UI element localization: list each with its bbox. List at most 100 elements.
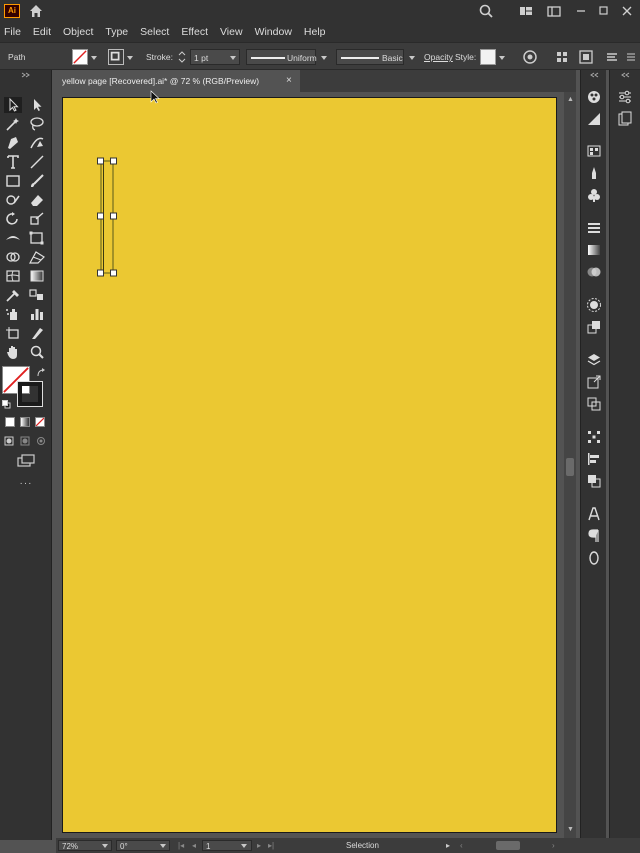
symbols-icon[interactable] bbox=[586, 187, 602, 203]
column-graph-tool-icon[interactable] bbox=[28, 306, 46, 322]
graphic-style-swatch[interactable] bbox=[480, 49, 496, 65]
artboard-tool-icon[interactable] bbox=[4, 325, 22, 341]
artboards-icon[interactable] bbox=[586, 396, 602, 412]
stroke-color-swatch[interactable] bbox=[17, 381, 43, 407]
expand-panels-icon[interactable] bbox=[589, 72, 601, 78]
rotate-tool-icon[interactable] bbox=[4, 211, 22, 227]
screen-mode-icon[interactable] bbox=[16, 454, 36, 468]
character-icon[interactable] bbox=[586, 506, 602, 522]
menu-view[interactable]: View bbox=[220, 26, 243, 38]
paragraph-icon[interactable] bbox=[586, 528, 602, 544]
draw-normal-icon[interactable] bbox=[4, 436, 14, 446]
shape-builder-tool-icon[interactable] bbox=[4, 249, 22, 265]
recolor-artwork-icon[interactable] bbox=[522, 49, 538, 65]
fill-swatch[interactable] bbox=[72, 49, 88, 65]
menu-file[interactable]: File bbox=[4, 26, 21, 38]
properties-panel-icon[interactable] bbox=[617, 89, 633, 105]
gradient-panel-icon[interactable] bbox=[586, 242, 602, 258]
direct-selection-tool-icon[interactable] bbox=[28, 97, 46, 113]
graphic-styles-icon[interactable] bbox=[586, 319, 602, 335]
blend-tool-icon[interactable] bbox=[28, 287, 46, 303]
pen-tool-icon[interactable] bbox=[4, 135, 22, 151]
default-fill-stroke-icon[interactable] bbox=[2, 400, 11, 409]
color-mode-icon[interactable] bbox=[5, 417, 15, 427]
horizontal-scroll-thumb[interactable] bbox=[496, 841, 520, 850]
edit-toolbar-button[interactable]: ··· bbox=[17, 478, 35, 489]
scale-tool-icon[interactable] bbox=[28, 211, 46, 227]
arrange-icon[interactable] bbox=[604, 49, 620, 65]
opentype-icon[interactable] bbox=[586, 550, 602, 566]
collapse-toolbar-icon[interactable] bbox=[20, 72, 32, 78]
chevron-down-icon[interactable] bbox=[499, 56, 505, 60]
paintbrush-tool-icon[interactable] bbox=[28, 173, 46, 189]
chevron-down-icon[interactable] bbox=[230, 56, 236, 60]
vertical-scrollbar[interactable]: ▲ ▼ bbox=[564, 92, 576, 838]
align-panel-icon[interactable] bbox=[586, 451, 602, 467]
libraries-icon[interactable] bbox=[617, 111, 633, 127]
status-menu-icon[interactable]: ▸ bbox=[446, 840, 454, 851]
menu-window[interactable]: Window bbox=[255, 26, 292, 38]
chevron-down-icon[interactable] bbox=[409, 56, 415, 60]
artboard[interactable] bbox=[62, 97, 557, 833]
align-icon[interactable] bbox=[554, 49, 570, 65]
rectangle-tool-icon[interactable] bbox=[4, 173, 22, 189]
selected-path-shape[interactable] bbox=[94, 155, 120, 279]
slice-tool-icon[interactable] bbox=[28, 325, 46, 341]
gradient-mode-icon[interactable] bbox=[20, 417, 30, 427]
curvature-tool-icon[interactable] bbox=[28, 135, 46, 151]
chevron-down-icon[interactable] bbox=[241, 844, 247, 848]
arrange-documents-icon[interactable] bbox=[518, 3, 534, 19]
scroll-right-icon[interactable]: › bbox=[552, 840, 560, 851]
pathfinder-icon[interactable] bbox=[586, 473, 602, 489]
search-icon[interactable] bbox=[478, 3, 494, 19]
color-guide-icon[interactable] bbox=[586, 111, 602, 127]
mesh-tool-icon[interactable] bbox=[4, 268, 22, 284]
document-tab[interactable]: yellow page [Recovered].ai* @ 72 % (RGB/… bbox=[56, 70, 300, 92]
shaper-tool-icon[interactable] bbox=[4, 192, 22, 208]
hand-tool-icon[interactable] bbox=[4, 344, 22, 360]
expand-properties-icon[interactable] bbox=[620, 72, 632, 78]
opacity-link[interactable]: Opacity bbox=[424, 49, 454, 65]
chevron-down-icon[interactable] bbox=[91, 56, 97, 60]
menu-help[interactable]: Help bbox=[304, 26, 326, 38]
none-mode-icon[interactable] bbox=[35, 417, 45, 427]
transparency-icon[interactable] bbox=[586, 264, 602, 280]
brush-definition[interactable]: Basic bbox=[336, 49, 404, 65]
export-icon[interactable] bbox=[586, 374, 602, 390]
workspace-icon[interactable] bbox=[546, 3, 562, 19]
selection-tool-icon[interactable] bbox=[4, 97, 22, 113]
brushes-icon[interactable] bbox=[586, 165, 602, 181]
next-artboard-icon[interactable]: ▸ bbox=[257, 840, 265, 851]
menu-type[interactable]: Type bbox=[105, 26, 128, 38]
lasso-tool-icon[interactable] bbox=[28, 116, 46, 132]
zoom-tool-icon[interactable] bbox=[28, 344, 46, 360]
transform-icon[interactable] bbox=[578, 49, 594, 65]
scroll-down-icon[interactable]: ▼ bbox=[567, 826, 574, 833]
layers-icon[interactable] bbox=[586, 352, 602, 368]
menu-select[interactable]: Select bbox=[140, 26, 169, 38]
swatches-icon[interactable] bbox=[586, 143, 602, 159]
appearance-icon[interactable] bbox=[586, 297, 602, 313]
close-icon[interactable] bbox=[620, 3, 634, 19]
chevron-down-icon[interactable] bbox=[102, 844, 108, 848]
stroke-swatch[interactable] bbox=[108, 49, 124, 65]
variable-width-profile[interactable]: Uniform bbox=[246, 49, 317, 65]
menu-object[interactable]: Object bbox=[63, 26, 93, 38]
menu-effect[interactable]: Effect bbox=[181, 26, 208, 38]
gradient-tool-icon[interactable] bbox=[28, 268, 46, 284]
restore-icon[interactable] bbox=[597, 3, 611, 19]
scroll-left-icon[interactable]: ‹ bbox=[460, 840, 468, 851]
symbol-sprayer-tool-icon[interactable] bbox=[4, 306, 22, 322]
free-transform-tool-icon[interactable] bbox=[28, 230, 46, 246]
chevron-down-icon[interactable] bbox=[127, 56, 133, 60]
menu-edit[interactable]: Edit bbox=[33, 26, 51, 38]
eyedropper-tool-icon[interactable] bbox=[4, 287, 22, 303]
eraser-tool-icon[interactable] bbox=[28, 192, 46, 208]
color-panel-icon[interactable] bbox=[586, 89, 602, 105]
swap-fill-stroke-icon[interactable] bbox=[36, 368, 46, 378]
scroll-up-icon[interactable]: ▲ bbox=[567, 96, 574, 103]
draw-inside-icon[interactable] bbox=[36, 436, 46, 446]
line-segment-tool-icon[interactable] bbox=[28, 154, 46, 170]
chevron-down-icon[interactable] bbox=[160, 844, 166, 848]
previous-artboard-icon[interactable]: ◂ bbox=[192, 840, 200, 851]
